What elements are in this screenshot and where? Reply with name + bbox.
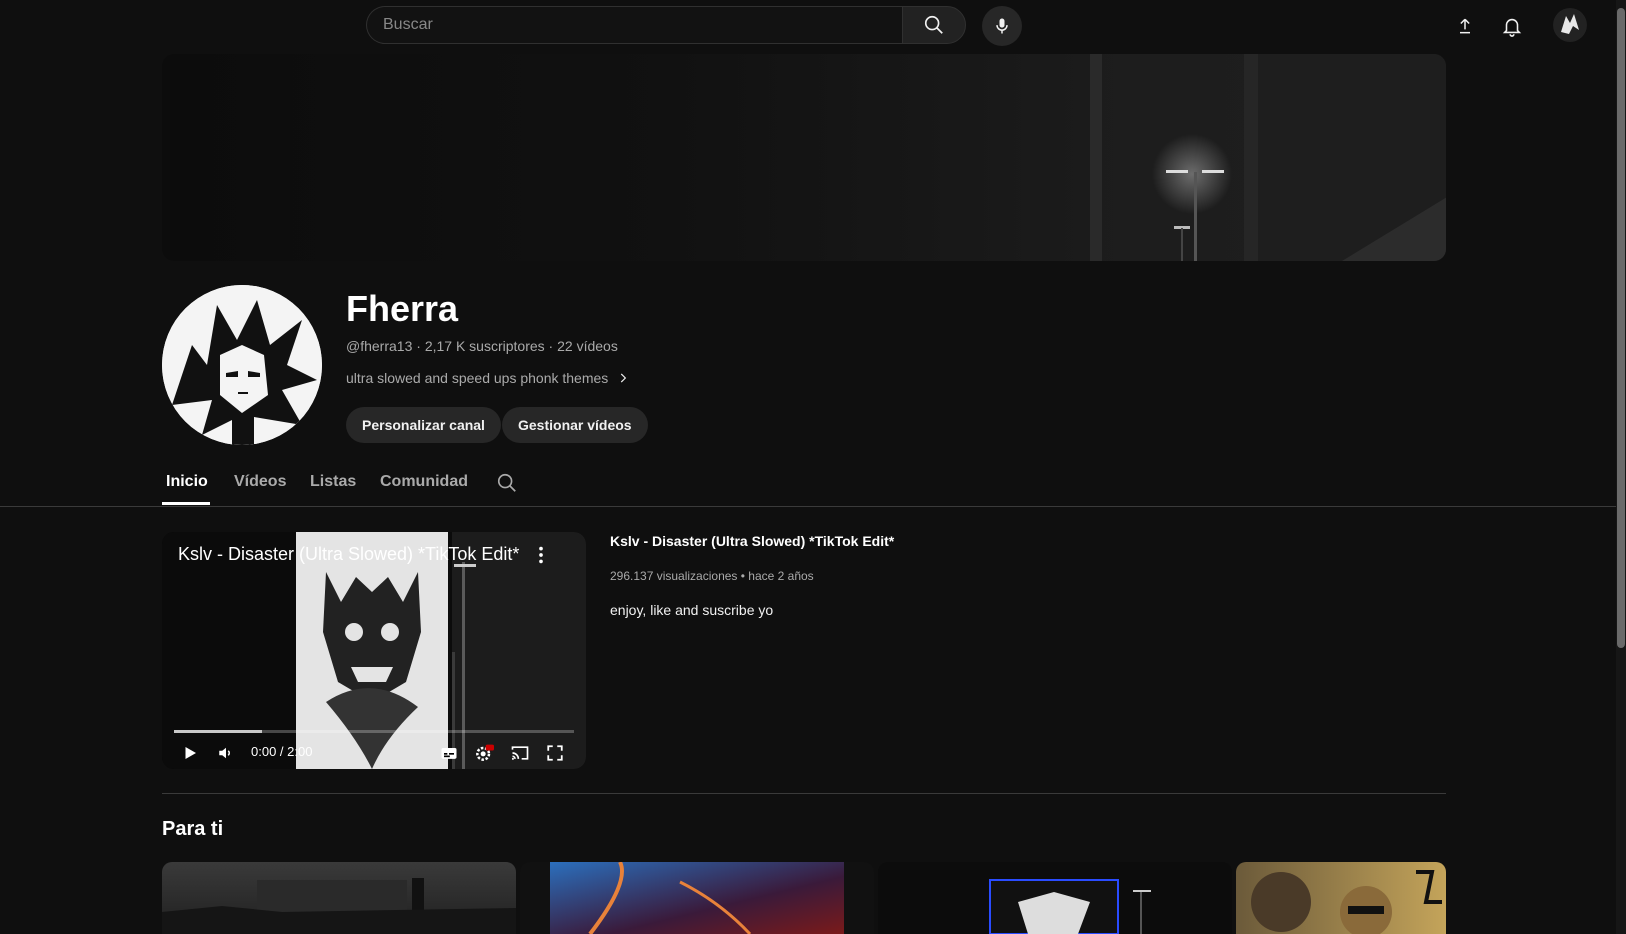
video-count: 22 vídeos bbox=[557, 338, 618, 354]
channel-name: Fherra bbox=[346, 288, 459, 329]
video-thumbnail-art bbox=[296, 532, 448, 769]
featured-video-description: enjoy, like and suscribe yo bbox=[610, 602, 774, 618]
search-input[interactable] bbox=[366, 6, 902, 44]
upload-age: hace 2 años bbox=[748, 569, 814, 583]
subtitles-button[interactable] bbox=[438, 742, 460, 764]
video-thumbnail-3[interactable] bbox=[878, 862, 1232, 934]
channel-handle: @fherra13 bbox=[346, 338, 413, 354]
channel-avatar-image bbox=[162, 285, 322, 445]
search-icon bbox=[497, 473, 516, 492]
tab-comunidad[interactable]: Comunidad bbox=[380, 473, 468, 491]
channel-description[interactable]: ultra slowed and speed ups phonk themes bbox=[346, 370, 630, 386]
play-icon bbox=[185, 747, 196, 759]
featured-video-title[interactable]: Kslv - Disaster (Ultra Slowed) *TikTok E… bbox=[610, 533, 894, 549]
fullscreen-button[interactable] bbox=[544, 742, 566, 764]
fullscreen-icon bbox=[547, 745, 563, 761]
section-title: Para ti bbox=[162, 818, 224, 840]
meta-separator: • bbox=[737, 569, 749, 583]
customize-channel-button[interactable]: Personalizar canal bbox=[346, 407, 501, 443]
channel-description-text: ultra slowed and speed ups phonk themes bbox=[346, 370, 609, 386]
featured-video-player[interactable]: Kslv - Disaster (Ultra Slowed) *TikTok E… bbox=[162, 532, 586, 769]
tab-inicio[interactable]: Inicio bbox=[166, 473, 208, 491]
search-button[interactable] bbox=[902, 6, 966, 44]
tab-videos[interactable]: Vídeos bbox=[234, 473, 286, 491]
more-vert-icon bbox=[539, 546, 543, 564]
notifications-button[interactable] bbox=[1496, 10, 1528, 42]
thumbnail-image bbox=[989, 879, 1151, 934]
meta-separator: · bbox=[544, 338, 558, 354]
gear-icon bbox=[476, 744, 494, 761]
volume-icon bbox=[219, 747, 230, 759]
channel-banner bbox=[162, 54, 1446, 261]
banner-image bbox=[1090, 54, 1446, 261]
thumbnail-image bbox=[550, 862, 844, 934]
video-progress-fill bbox=[174, 730, 262, 733]
featured-video-meta: 296.137 visualizaciones • hace 2 años bbox=[610, 569, 814, 583]
page-scrollbar-thumb[interactable] bbox=[1617, 8, 1625, 648]
oni-mask-image bbox=[296, 532, 448, 769]
channel-search-button[interactable] bbox=[496, 472, 518, 494]
play-button[interactable] bbox=[179, 742, 201, 764]
tabs-divider bbox=[0, 506, 1616, 507]
video-thumbnail-2[interactable] bbox=[520, 862, 874, 934]
channel-meta: @fherra13 · 2,17 K suscriptores · 22 víd… bbox=[346, 338, 618, 354]
channel-avatar[interactable] bbox=[162, 285, 322, 445]
account-avatar[interactable] bbox=[1553, 8, 1587, 42]
video-progress-bar[interactable] bbox=[174, 730, 574, 733]
video-thumbnail-1[interactable] bbox=[162, 862, 516, 934]
video-time: 0:00 / 2:00 bbox=[251, 744, 313, 759]
bell-icon bbox=[1502, 18, 1522, 37]
thumbnail-image bbox=[1251, 870, 1442, 934]
cast-icon bbox=[511, 746, 529, 760]
cast-button[interactable] bbox=[509, 742, 531, 764]
mic-icon bbox=[996, 18, 1008, 34]
more-options-button[interactable] bbox=[530, 544, 552, 566]
subtitles-icon bbox=[441, 748, 457, 759]
thumbnail-image bbox=[162, 878, 516, 934]
meta-separator: · bbox=[412, 338, 425, 354]
video-thumbnail-4[interactable] bbox=[1236, 862, 1446, 934]
chevron-right-icon bbox=[621, 373, 627, 383]
voice-search-button[interactable] bbox=[982, 6, 1022, 46]
settings-button[interactable] bbox=[473, 742, 495, 764]
manage-videos-button[interactable]: Gestionar vídeos bbox=[502, 407, 648, 443]
section-divider bbox=[162, 793, 1446, 794]
view-count: 296.137 visualizaciones bbox=[610, 569, 738, 583]
subscriber-count: 2,17 K suscriptores bbox=[424, 338, 545, 354]
upload-icon bbox=[1460, 18, 1470, 34]
upload-button[interactable] bbox=[1449, 10, 1481, 42]
search-bar bbox=[366, 6, 966, 44]
avatar-image bbox=[1553, 8, 1587, 42]
volume-button[interactable] bbox=[215, 742, 237, 764]
search-icon bbox=[924, 15, 943, 34]
active-tab-indicator bbox=[162, 502, 210, 505]
tab-listas[interactable]: Listas bbox=[310, 473, 356, 491]
player-title[interactable]: Kslv - Disaster (Ultra Slowed) *TikTok E… bbox=[178, 544, 519, 565]
